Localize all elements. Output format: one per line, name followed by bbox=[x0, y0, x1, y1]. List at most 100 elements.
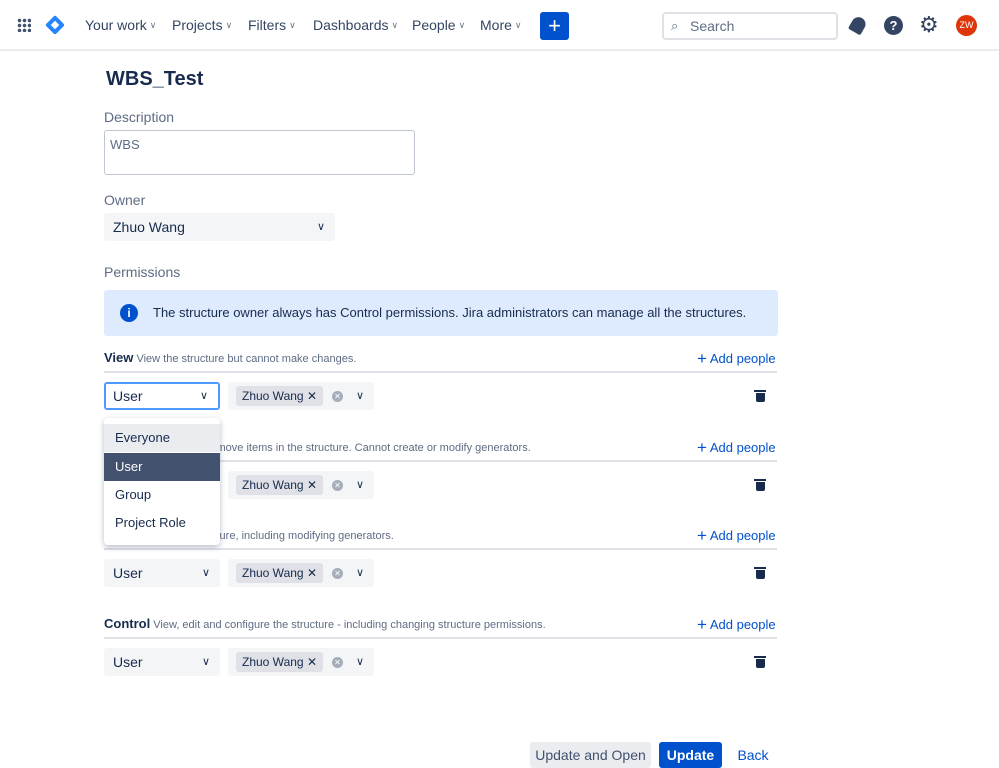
description-textarea[interactable]: WBS bbox=[104, 130, 415, 175]
description-label: Description bbox=[104, 109, 175, 125]
person-tag: Zhuo Wang ✕ bbox=[236, 563, 323, 583]
notifications-icon[interactable] bbox=[847, 14, 869, 36]
chevron-down-icon: ∨ bbox=[199, 390, 208, 402]
chevron-down-icon[interactable]: ∨ bbox=[356, 471, 364, 499]
divider bbox=[104, 371, 777, 373]
chevron-down-icon[interactable]: ∨ bbox=[356, 648, 364, 676]
jira-logo-icon[interactable] bbox=[45, 15, 65, 35]
chevron-down-icon[interactable]: ∨ bbox=[356, 559, 364, 587]
nav-dashboards[interactable]: Dashboards ∨ bbox=[313, 17, 398, 33]
owner-label: Owner bbox=[104, 192, 146, 208]
type-value: User bbox=[113, 388, 143, 404]
nav-label: Filters bbox=[248, 17, 287, 33]
type-select[interactable]: User ∨ bbox=[104, 559, 220, 587]
permissions-label: Permissions bbox=[104, 264, 181, 280]
section-description: View, edit and configure the structure -… bbox=[153, 619, 546, 631]
chevron-down-icon[interactable]: ∨ bbox=[356, 382, 364, 410]
app-switcher-icon[interactable] bbox=[17, 18, 31, 32]
section-header: Control View, edit and configure the str… bbox=[104, 616, 546, 631]
person-tag: Zhuo Wang ✕ bbox=[236, 652, 323, 672]
nav-label: Projects bbox=[172, 17, 223, 33]
chevron-down-icon: ∨ bbox=[391, 19, 399, 30]
page-title: WBS_Test bbox=[106, 68, 204, 90]
nav-label: More bbox=[480, 17, 512, 33]
person-name: Zhuo Wang bbox=[242, 566, 304, 580]
avatar[interactable]: ZW bbox=[956, 15, 977, 36]
remove-person-icon[interactable]: ✕ bbox=[307, 566, 317, 580]
search-placeholder: Search bbox=[690, 18, 735, 34]
chevron-down-icon: ∨ bbox=[458, 19, 466, 30]
chevron-down-icon: ∨ bbox=[225, 19, 233, 30]
chevron-down-icon: ∨ bbox=[289, 19, 296, 30]
plus-icon: + bbox=[697, 438, 707, 457]
trash-icon[interactable] bbox=[754, 656, 766, 668]
nav-people[interactable]: People ∨ bbox=[412, 17, 465, 33]
update-button[interactable]: Update bbox=[659, 742, 722, 768]
add-people-label: Add people bbox=[709, 440, 776, 455]
people-select[interactable]: Zhuo Wang ✕ ✕ ∨ bbox=[228, 471, 374, 499]
people-select[interactable]: Zhuo Wang ✕ ✕ ∨ bbox=[228, 559, 374, 587]
plus-icon: + bbox=[697, 526, 707, 545]
chevron-down-icon: ∨ bbox=[149, 19, 157, 30]
nav-more[interactable]: More ∨ bbox=[480, 17, 522, 33]
nav-label: Dashboards bbox=[313, 17, 389, 33]
nav-label: Your work bbox=[85, 17, 147, 33]
option-project-role[interactable]: Project Role bbox=[104, 509, 220, 537]
divider bbox=[104, 637, 777, 639]
divider bbox=[104, 548, 777, 550]
section-title: View bbox=[104, 350, 134, 365]
section-title: Control bbox=[104, 616, 151, 631]
create-button[interactable]: + bbox=[540, 12, 569, 40]
info-text: The structure owner always has Control p… bbox=[153, 305, 747, 320]
option-user[interactable]: User bbox=[104, 453, 220, 481]
owner-select[interactable]: Zhuo Wang ∨ bbox=[104, 213, 335, 241]
info-banner: i The structure owner always has Control… bbox=[104, 290, 778, 336]
nav-your-work[interactable]: Your work ∨ bbox=[85, 17, 156, 33]
people-select[interactable]: Zhuo Wang ✕ ✕ ∨ bbox=[228, 382, 374, 410]
top-navigation: Your work ∨ Projects ∨ Filters ∨ Dashboards… bbox=[0, 0, 999, 51]
add-people-label: Add people bbox=[709, 528, 776, 543]
update-and-open-button[interactable]: Update and Open bbox=[530, 742, 651, 768]
type-select[interactable]: User ∨ bbox=[104, 382, 220, 410]
back-button[interactable]: Back bbox=[733, 742, 773, 768]
chevron-down-icon: ∨ bbox=[316, 221, 325, 233]
type-dropdown-menu: Everyone User Group Project Role bbox=[104, 418, 220, 545]
add-people-link[interactable]: + Add people bbox=[697, 615, 776, 635]
info-icon: i bbox=[120, 304, 138, 322]
trash-icon[interactable] bbox=[754, 567, 766, 579]
option-group[interactable]: Group bbox=[104, 481, 220, 509]
clear-icon[interactable]: ✕ bbox=[332, 657, 343, 668]
people-select[interactable]: Zhuo Wang ✕ ✕ ∨ bbox=[228, 648, 374, 676]
nav-projects[interactable]: Projects ∨ bbox=[172, 17, 232, 33]
section-header: View View the structure but cannot make … bbox=[104, 350, 356, 365]
plus-icon: + bbox=[697, 349, 707, 368]
add-people-label: Add people bbox=[709, 351, 776, 366]
section-description: View the structure but cannot make chang… bbox=[136, 353, 357, 365]
remove-person-icon[interactable]: ✕ bbox=[307, 389, 317, 403]
clear-icon[interactable]: ✕ bbox=[332, 391, 343, 402]
search-input[interactable]: ⌕ Search bbox=[662, 12, 838, 40]
nav-label: People bbox=[412, 17, 456, 33]
chevron-down-icon: ∨ bbox=[201, 656, 210, 668]
clear-icon[interactable]: ✕ bbox=[332, 568, 343, 579]
type-select[interactable]: User ∨ bbox=[104, 648, 220, 676]
description-value: WBS bbox=[110, 137, 140, 152]
add-people-link[interactable]: + Add people bbox=[697, 349, 776, 369]
help-icon[interactable]: ? bbox=[884, 16, 903, 35]
search-icon: ⌕ bbox=[671, 18, 679, 33]
add-people-link[interactable]: + Add people bbox=[697, 438, 776, 458]
person-name: Zhuo Wang bbox=[242, 655, 304, 669]
plus-icon: + bbox=[697, 615, 707, 634]
add-people-link[interactable]: + Add people bbox=[697, 526, 776, 546]
trash-icon[interactable] bbox=[754, 390, 766, 402]
settings-icon[interactable]: ⚙ bbox=[919, 12, 939, 38]
clear-icon[interactable]: ✕ bbox=[332, 480, 343, 491]
remove-person-icon[interactable]: ✕ bbox=[307, 478, 317, 492]
add-people-label: Add people bbox=[709, 617, 776, 632]
trash-icon[interactable] bbox=[754, 479, 766, 491]
person-name: Zhuo Wang bbox=[242, 389, 304, 403]
nav-filters[interactable]: Filters ∨ bbox=[248, 17, 296, 33]
remove-person-icon[interactable]: ✕ bbox=[307, 655, 317, 669]
option-everyone[interactable]: Everyone bbox=[104, 424, 220, 452]
owner-value: Zhuo Wang bbox=[113, 219, 185, 235]
